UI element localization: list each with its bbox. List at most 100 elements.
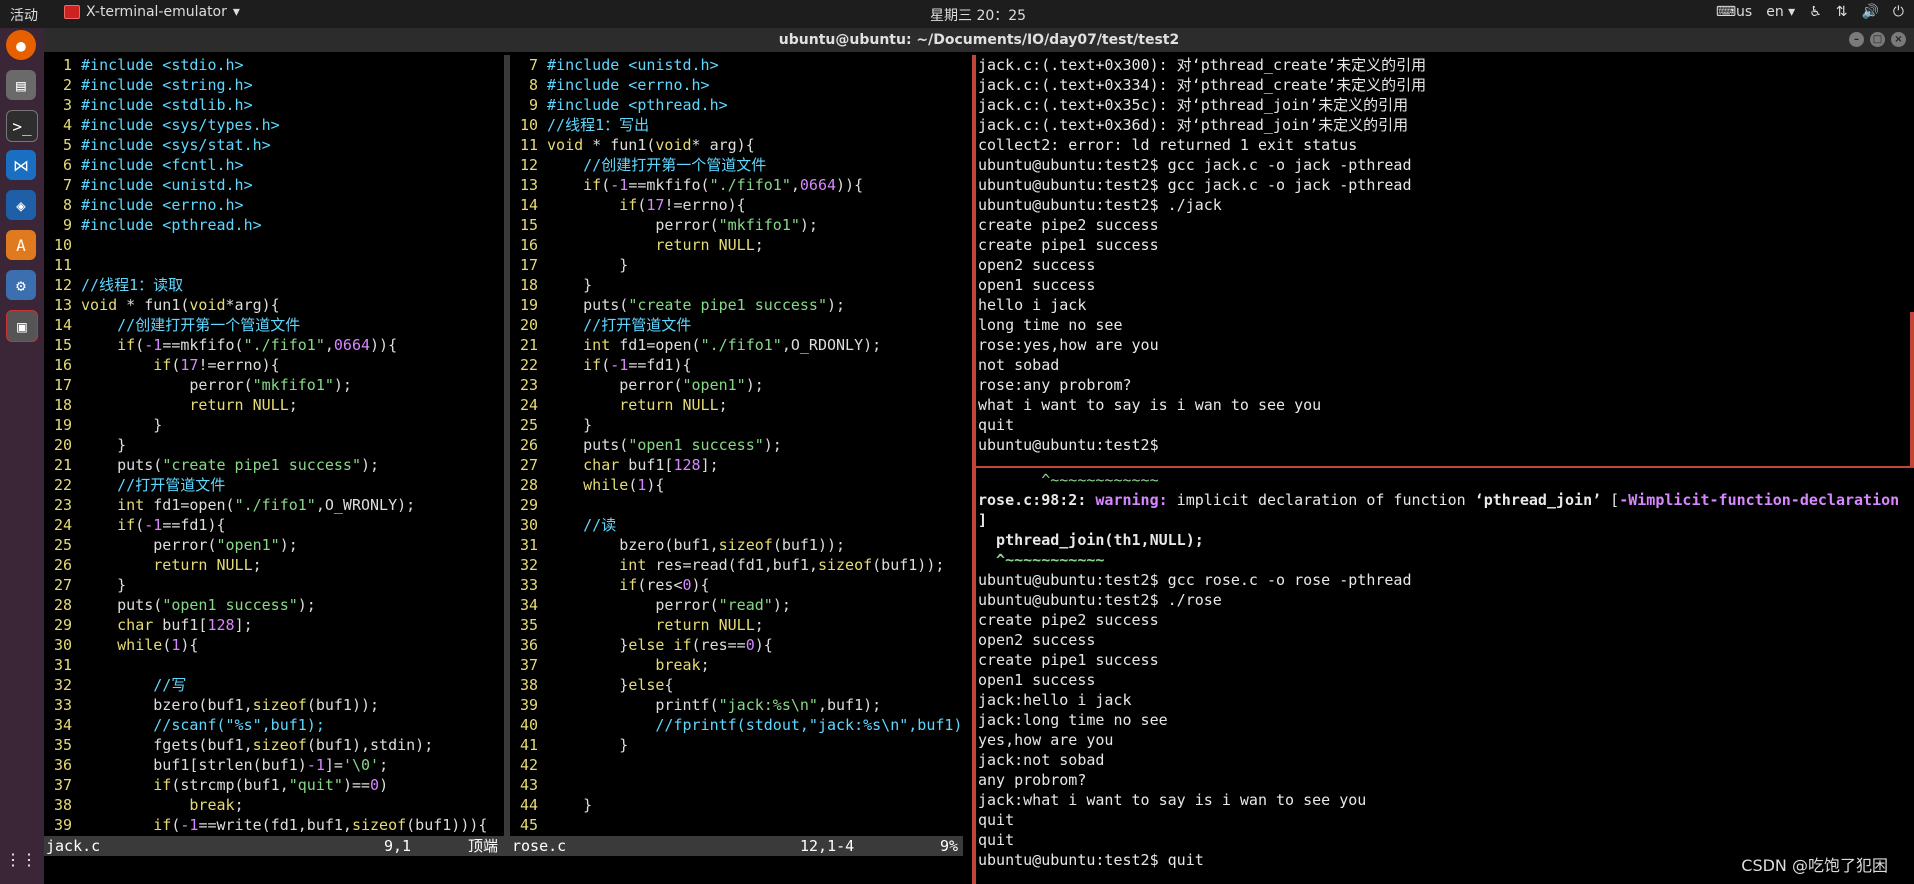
software-icon[interactable]: A xyxy=(6,230,36,260)
left-code-line[interactable]: 20 } xyxy=(44,435,504,455)
middle-code-line[interactable]: 28 while(1){ xyxy=(510,475,963,495)
left-code-line[interactable]: 10 xyxy=(44,235,504,255)
left-code-line[interactable]: 28 puts("open1 success"); xyxy=(44,595,504,615)
left-code-line[interactable]: 7 #include <unistd.h> xyxy=(44,175,504,195)
middle-code-line[interactable]: 35 return NULL; xyxy=(510,615,963,635)
close-button[interactable]: × xyxy=(1891,32,1906,47)
left-code-line[interactable]: 19 } xyxy=(44,415,504,435)
files-icon[interactable]: ▤ xyxy=(6,70,36,100)
left-code-line[interactable]: 8 #include <errno.h> xyxy=(44,195,504,215)
left-code-line[interactable]: 24 if(-1==fd1){ xyxy=(44,515,504,535)
middle-code-line[interactable]: 23 perror("open1"); xyxy=(510,375,963,395)
terminal-active-icon[interactable]: ▣ xyxy=(6,310,38,342)
middle-code-line[interactable]: 25 } xyxy=(510,415,963,435)
minimize-button[interactable]: – xyxy=(1849,32,1864,47)
middle-code-line[interactable]: 38 }else{ xyxy=(510,675,963,695)
left-code-line[interactable]: 31 xyxy=(44,655,504,675)
middle-code-line[interactable]: 34 perror("read"); xyxy=(510,595,963,615)
middle-code-line[interactable]: 10 //线程1：写出 xyxy=(510,115,963,135)
left-code-line[interactable]: 22 //打开管道文件 xyxy=(44,475,504,495)
middle-code-line[interactable]: 18 } xyxy=(510,275,963,295)
middle-code-line[interactable]: 27 char buf1[128]; xyxy=(510,455,963,475)
middle-code-line[interactable]: 24 return NULL; xyxy=(510,395,963,415)
left-code-line[interactable]: 35 fgets(buf1,sizeof(buf1),stdin); xyxy=(44,735,504,755)
maximize-button[interactable]: □ xyxy=(1870,32,1885,47)
middle-code-line[interactable]: 39 printf("jack:%s\n",buf1); xyxy=(510,695,963,715)
middle-code-line[interactable]: 8 #include <errno.h> xyxy=(510,75,963,95)
left-code-line[interactable]: 36 buf1[strlen(buf1)-1]='\0'; xyxy=(44,755,504,775)
middle-editor-pane[interactable]: 7 #include <unistd.h> 8 #include <errno.h… xyxy=(510,55,963,835)
middle-code-line[interactable]: 45 xyxy=(510,815,963,835)
middle-code-line[interactable]: 16 return NULL; xyxy=(510,235,963,255)
middle-code-line[interactable]: 15 perror("mkfifo1"); xyxy=(510,215,963,235)
middle-code-line[interactable]: 20 //打开管道文件 xyxy=(510,315,963,335)
left-code-line[interactable]: 15 if(-1==mkfifo("./fifo1",0664)){ xyxy=(44,335,504,355)
middle-code-line[interactable]: 17 } xyxy=(510,255,963,275)
left-code-line[interactable]: 6 #include <fcntl.h> xyxy=(44,155,504,175)
middle-code-line[interactable]: 30 //读 xyxy=(510,515,963,535)
left-code-line[interactable]: 30 while(1){ xyxy=(44,635,504,655)
vscode-icon[interactable]: ⋈ xyxy=(6,150,36,180)
middle-code-line[interactable]: 41 } xyxy=(510,735,963,755)
settings-icon[interactable]: ⚙ xyxy=(6,270,36,300)
middle-code-line[interactable]: 9 #include <pthread.h> xyxy=(510,95,963,115)
middle-code-line[interactable]: 26 puts("open1 success"); xyxy=(510,435,963,455)
middle-code-line[interactable]: 43 xyxy=(510,775,963,795)
left-code-line[interactable]: 21 puts("create pipe1 success"); xyxy=(44,455,504,475)
left-code-line[interactable]: 32 //写 xyxy=(44,675,504,695)
middle-code-line[interactable]: 32 int res=read(fd1,buf1,sizeof(buf1)); xyxy=(510,555,963,575)
app-menu[interactable]: X-terminal-emulator ▾ xyxy=(64,4,240,20)
left-code-line[interactable]: 5 #include <sys/stat.h> xyxy=(44,135,504,155)
middle-code-line[interactable]: 7 #include <unistd.h> xyxy=(510,55,963,75)
left-code-line[interactable]: 1 #include <stdio.h> xyxy=(44,55,504,75)
left-editor-pane[interactable]: 1 #include <stdio.h> 2 #include <string.h… xyxy=(44,55,504,835)
left-code-line[interactable]: 37 if(strcmp(buf1,"quit")==0) xyxy=(44,775,504,795)
middle-code-line[interactable]: 14 if(17!=errno){ xyxy=(510,195,963,215)
left-code-line[interactable]: 12 //线程1：读取 xyxy=(44,275,504,295)
left-code-line[interactable]: 26 return NULL; xyxy=(44,555,504,575)
middle-code-line[interactable]: 19 puts("create pipe1 success"); xyxy=(510,295,963,315)
middle-code-line[interactable]: 21 int fd1=open("./fifo1",O_RDONLY); xyxy=(510,335,963,355)
left-code-line[interactable]: 17 perror("mkfifo1"); xyxy=(44,375,504,395)
firefox-icon[interactable]: ● xyxy=(6,30,36,60)
middle-code-line[interactable]: 31 bzero(buf1,sizeof(buf1)); xyxy=(510,535,963,555)
left-code-line[interactable]: 11 xyxy=(44,255,504,275)
left-code-line[interactable]: 23 int fd1=open("./fifo1",O_WRONLY); xyxy=(44,495,504,515)
left-code-line[interactable]: 3 #include <stdlib.h> xyxy=(44,95,504,115)
middle-code-line[interactable]: 36 }else if(res==0){ xyxy=(510,635,963,655)
terminal-icon[interactable]: >_ xyxy=(6,110,38,142)
left-code-line[interactable]: 38 break; xyxy=(44,795,504,815)
activities-button[interactable]: 活动 xyxy=(10,5,38,25)
left-code-line[interactable]: 16 if(17!=errno){ xyxy=(44,355,504,375)
network-icon[interactable]: ⇅ xyxy=(1836,4,1848,20)
middle-code-line[interactable]: 12 //创建打开第一个管道文件 xyxy=(510,155,963,175)
middle-code-line[interactable]: 44 } xyxy=(510,795,963,815)
left-code-line[interactable]: 39 if(-1==write(fd1,buf1,sizeof(buf1))){ xyxy=(44,815,504,835)
left-code-line[interactable]: 2 #include <string.h> xyxy=(44,75,504,95)
accessibility-icon[interactable]: ♿ xyxy=(1809,4,1822,20)
top-terminal[interactable]: jack.c:(.text+0x300): 对‘pthread_create’未… xyxy=(978,55,1908,465)
middle-code-line[interactable]: 29 xyxy=(510,495,963,515)
volume-icon[interactable]: 🔊 xyxy=(1861,4,1878,20)
middle-code-line[interactable]: 11 void * fun1(void* arg){ xyxy=(510,135,963,155)
clock[interactable]: 星期三 20：25 xyxy=(930,5,1026,25)
power-icon[interactable]: ⏻ xyxy=(1893,4,1904,20)
keyboard-layout[interactable]: ⌨us xyxy=(1716,4,1752,20)
left-code-line[interactable]: 4 #include <sys/types.h> xyxy=(44,115,504,135)
left-code-line[interactable]: 33 bzero(buf1,sizeof(buf1)); xyxy=(44,695,504,715)
left-code-line[interactable]: 18 return NULL; xyxy=(44,395,504,415)
left-code-line[interactable]: 27 } xyxy=(44,575,504,595)
left-code-line[interactable]: 9 #include <pthread.h> xyxy=(44,215,504,235)
bottom-terminal[interactable]: ^~~~~~~~~~~~~ rose.c:98:2: warning: impl… xyxy=(978,470,1908,884)
middle-code-line[interactable]: 22 if(-1==fd1){ xyxy=(510,355,963,375)
left-code-line[interactable]: 34 //scanf("%s",buf1); xyxy=(44,715,504,735)
left-code-line[interactable]: 29 char buf1[128]; xyxy=(44,615,504,635)
language-menu[interactable]: en ▾ xyxy=(1766,4,1795,20)
left-code-line[interactable]: 25 perror("open1"); xyxy=(44,535,504,555)
middle-code-line[interactable]: 13 if(-1==mkfifo("./fifo1",0664)){ xyxy=(510,175,963,195)
middle-code-line[interactable]: 42 xyxy=(510,755,963,775)
show-apps-icon[interactable]: ⋮⋮ xyxy=(5,844,37,874)
middle-code-line[interactable]: 37 break; xyxy=(510,655,963,675)
middle-code-line[interactable]: 33 if(res<0){ xyxy=(510,575,963,595)
left-code-line[interactable]: 13 void * fun1(void*arg){ xyxy=(44,295,504,315)
